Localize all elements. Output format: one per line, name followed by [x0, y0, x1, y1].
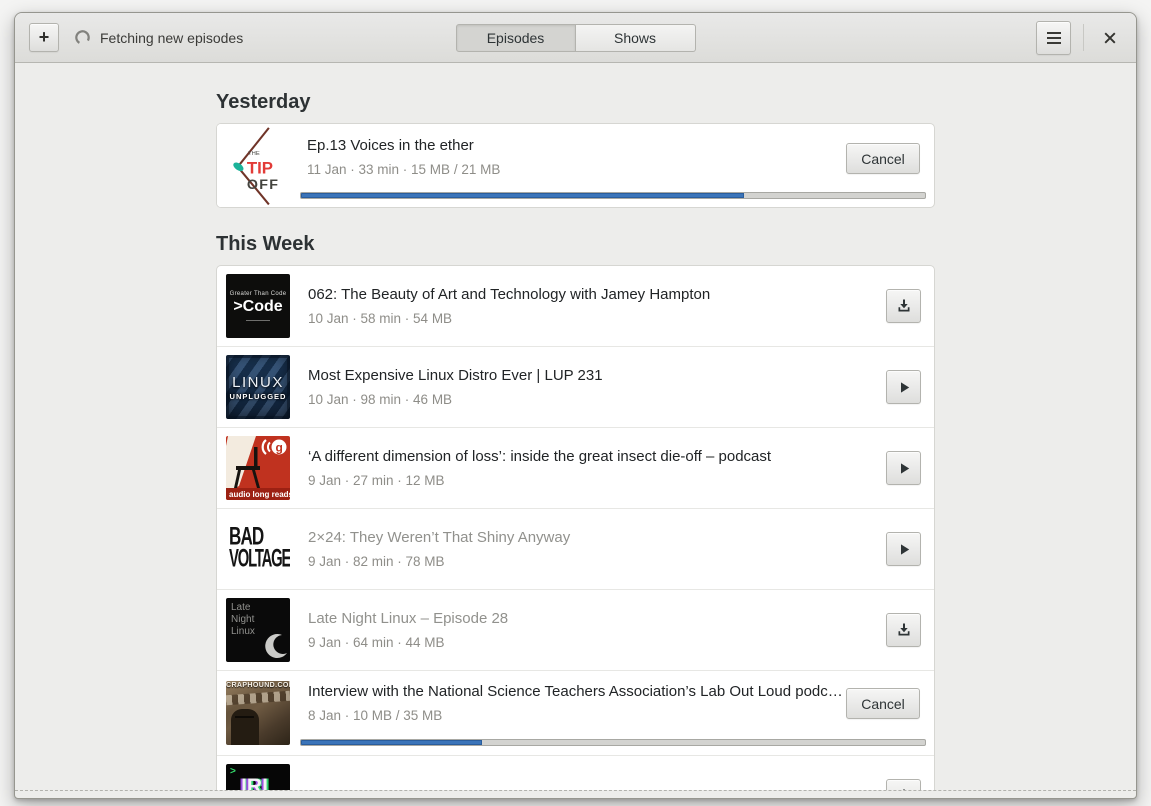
episodes-view: Yesterday THE TIP OFF Ep.13 Voices in th… — [15, 63, 1136, 791]
episode-meta: 9 Jan · 27 min · 12 MB — [308, 473, 445, 488]
podcast-cover-irl: > IRL — [226, 764, 290, 791]
episode-meta: 11 Jan · 33 min · 15 MB / 21 MB — [307, 162, 501, 177]
download-progress — [300, 739, 926, 746]
cover-decoration — [231, 709, 259, 745]
crescent-moon-shape — [265, 634, 287, 659]
tab-episodes[interactable]: Episodes — [455, 23, 576, 52]
episode-row[interactable]: g audio long reads ‘A different dimensio… — [217, 427, 934, 508]
episode-row[interactable]: Late Night Linux Late Night Linux – Epis… — [217, 589, 934, 670]
play-icon — [900, 463, 909, 474]
svg-text:THE: THE — [248, 151, 260, 157]
headerbar-status: Fetching new episodes — [100, 29, 244, 46]
section-heading-this-week: This Week — [216, 233, 315, 255]
svg-text:TIP: TIP — [247, 158, 273, 177]
episode-row[interactable]: Greater Than Code >Code 062: The Beauty … — [217, 266, 934, 346]
download-icon — [898, 299, 909, 312]
svg-text:OFF: OFF — [247, 177, 279, 193]
menu-icon — [1046, 36, 1061, 39]
download-button[interactable] — [886, 289, 921, 323]
menu-button[interactable] — [1036, 20, 1071, 55]
episode-title: 062: The Beauty of Art and Technology wi… — [308, 286, 711, 303]
app-window: + Fetching new episodes Episodes Shows Y… — [14, 12, 1137, 799]
cover-decoration — [235, 716, 254, 723]
cover-text: Greater Than Code — [229, 291, 287, 297]
cancel-button[interactable]: Cancel — [846, 143, 920, 174]
episode-meta: 10 Jan · 58 min · 54 MB — [308, 311, 453, 326]
section-heading-yesterday: Yesterday — [216, 91, 311, 113]
cover-text: UNPLUGGED — [229, 391, 287, 401]
episode-meta: 9 Jan · 82 min · 78 MB — [308, 554, 445, 569]
episode-card-yesterday: THE TIP OFF Ep.13 Voices in the ether 11… — [216, 123, 935, 208]
podcast-cover-craphound: CRAPHOUND.COM — [226, 681, 290, 745]
window-controls — [1036, 20, 1127, 55]
play-button[interactable] — [886, 370, 921, 404]
close-icon — [1104, 32, 1116, 43]
play-icon — [900, 544, 909, 555]
close-button[interactable] — [1095, 23, 1125, 53]
episode-row[interactable]: BAD VOLTAGE 2×24: They Weren’t That Shin… — [217, 508, 934, 589]
episode-row[interactable]: LINUX UNPLUGGED Most Expensive Linux Dis… — [217, 346, 934, 427]
episode-meta: 9 Jan · 64 min · 44 MB — [308, 635, 445, 650]
episode-row[interactable]: THE TIP OFF Ep.13 Voices in the ether 11… — [217, 124, 934, 207]
play-button[interactable] — [886, 451, 921, 485]
download-icon — [902, 789, 905, 790]
cover-text: Late Night Linux — [231, 602, 255, 637]
svg-text:g: g — [276, 441, 283, 455]
episode-title: Most Expensive Linux Distro Ever | LUP 2… — [308, 367, 603, 384]
episode-row[interactable]: CRAPHOUND.COM Interview with the Nationa… — [217, 670, 934, 755]
podcast-cover-linux-unplugged: LINUX UNPLUGGED — [226, 355, 290, 419]
cover-decoration — [226, 690, 290, 706]
play-icon — [900, 382, 909, 393]
play-button[interactable] — [886, 532, 921, 566]
svg-text:audio long reads: audio long reads — [229, 490, 290, 499]
episode-title: ‘A different dimension of loss’: inside … — [308, 448, 772, 465]
episode-title: Ep.13 Voices in the ether — [307, 137, 474, 154]
episode-meta: 8 Jan · 10 MB / 35 MB — [308, 708, 443, 723]
header-separator — [1083, 24, 1084, 51]
cover-text: >Code — [233, 298, 283, 315]
add-podcast-button[interactable]: + — [29, 23, 59, 52]
plus-icon: + — [38, 27, 50, 47]
episode-meta: 10 Jan · 98 min · 46 MB — [308, 392, 453, 407]
episode-title: Interview with the National Science Teac… — [308, 683, 843, 700]
progress-fill — [301, 193, 745, 198]
cover-text: LINUX — [232, 373, 284, 391]
cover-text: CRAPHOUND.COM — [226, 682, 290, 689]
download-progress — [300, 192, 926, 199]
podcast-cover-greater-than-code: Greater Than Code >Code — [226, 274, 290, 338]
download-button[interactable] — [886, 613, 921, 647]
episode-card-this-week: Greater Than Code >Code 062: The Beauty … — [216, 265, 935, 791]
podcast-cover-bad-voltage: BAD VOLTAGE — [226, 517, 290, 581]
episode-title: Bot or Not — [308, 788, 886, 791]
progress-fill — [301, 740, 482, 745]
spinner-icon — [75, 30, 90, 45]
cancel-button[interactable]: Cancel — [846, 688, 920, 719]
episode-title: Late Night Linux – Episode 28 — [308, 610, 509, 627]
cover-text: IRL — [241, 775, 275, 791]
view-switcher: Episodes Shows — [455, 23, 696, 52]
download-button[interactable] — [886, 779, 921, 790]
podcast-cover-audio-long-reads: g audio long reads — [226, 436, 290, 500]
tab-shows[interactable]: Shows — [575, 23, 696, 52]
podcast-cover-late-night-linux: Late Night Linux — [226, 598, 290, 662]
episode-title: 2×24: They Weren’t That Shiny Anyway — [308, 529, 571, 546]
cover-text: VOLTAGE — [229, 545, 290, 573]
download-icon — [898, 623, 909, 636]
podcast-cover-the-tip-off: THE TIP OFF — [217, 124, 300, 207]
episode-row[interactable]: > IRL Bot or Not — [217, 755, 934, 791]
headerbar: + Fetching new episodes Episodes Shows — [15, 13, 1136, 63]
cover-decoration — [246, 320, 270, 321]
